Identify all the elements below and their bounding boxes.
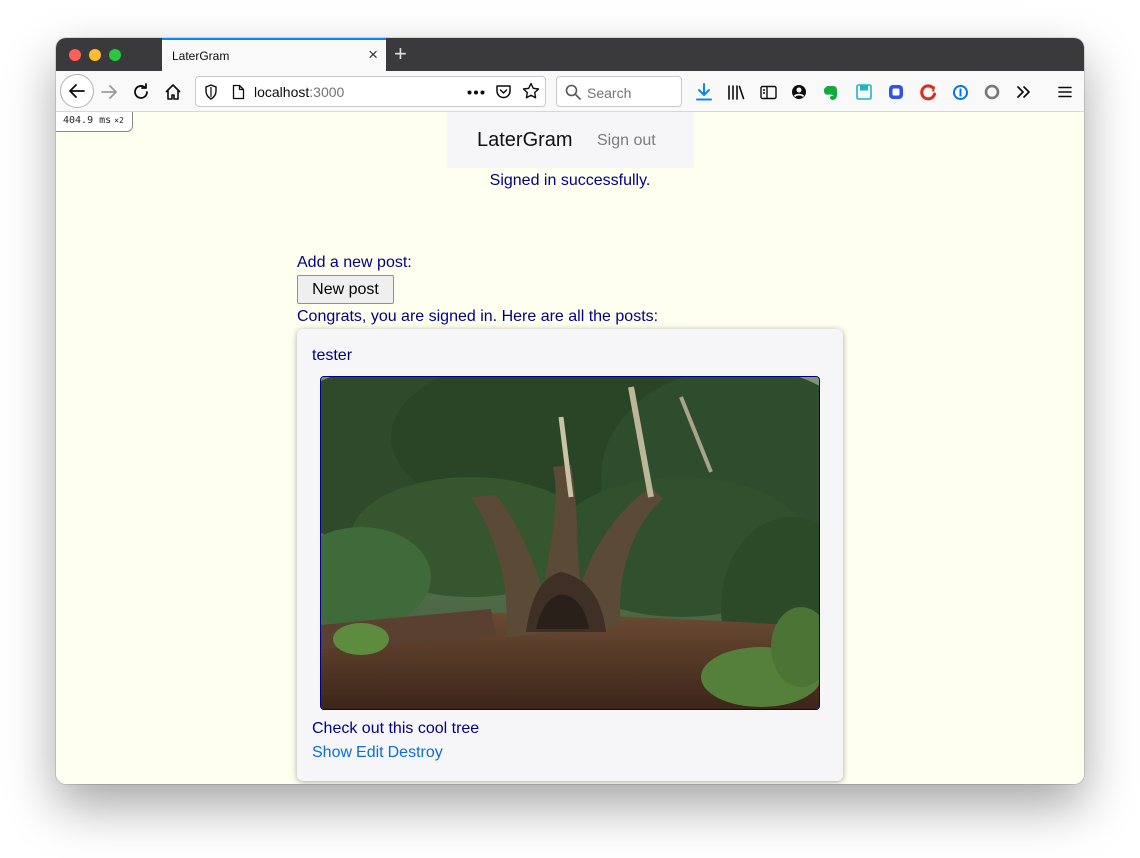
add-post-label: Add a new post: [297,254,412,271]
minimize-window-button[interactable] [89,49,101,61]
sidebar-button[interactable] [755,79,781,105]
account-icon [792,85,806,99]
edit-link[interactable]: Edit [356,744,384,761]
close-tab-icon[interactable]: × [368,45,378,65]
post-image [320,376,820,710]
reload-button[interactable] [128,79,154,105]
extension-blue-button[interactable] [883,79,909,105]
save-extension-button[interactable] [851,79,877,105]
account-button[interactable] [786,79,812,105]
flash-message: Signed in successfully. [489,172,651,189]
home-button[interactable] [160,79,186,105]
new-tab-button[interactable]: + [394,41,407,67]
extension-ring-button[interactable] [979,79,1005,105]
destroy-link[interactable]: Destroy [388,744,443,761]
new-post-button[interactable]: New post [297,275,394,304]
extension-circle-arrow-icon [919,83,936,100]
back-arrow-icon [69,84,85,98]
library-icon [728,85,745,100]
page-content: 404.9 ms ×2 LaterGram Sign out Signed in … [56,112,1084,784]
tab-title: LaterGram [172,49,230,63]
tree-photo [321,377,819,709]
download-icon [696,83,712,101]
url-bar[interactable]: localhost:3000 [195,76,546,107]
site-navbar: LaterGram Sign out [447,112,694,168]
post-caption: Check out this cool tree [312,720,480,737]
password-manager-button[interactable] [947,79,973,105]
tab-latergram[interactable]: LaterGram × [162,38,386,71]
show-link[interactable]: Show [312,744,352,761]
sign-out-link[interactable]: Sign out [597,132,656,150]
evernote-button[interactable] [818,79,844,105]
downloads-button[interactable] [691,79,717,105]
search-placeholder: Search [587,85,632,101]
chevron-double-right-icon [1017,86,1030,98]
search-box[interactable]: Search [556,76,682,107]
forward-arrow-icon [101,85,117,99]
post-author: tester [312,347,353,364]
desktop: LaterGram × + localhost:3000 Search 404.… [0,0,1140,858]
more-actions-icon[interactable] [467,90,485,95]
close-window-button[interactable] [69,49,81,61]
post-actions: Show Edit Destroy [312,744,447,762]
url-text[interactable]: localhost:3000 [254,84,344,100]
floppy-disk-icon [856,84,872,100]
nav-toolbar: localhost:3000 Search [56,71,1084,112]
browser-window: LaterGram × + localhost:3000 Search 404.… [56,38,1084,784]
congrats-message: Congrats, you are signed in. Here are al… [297,308,659,325]
overflow-menu-button[interactable] [1011,79,1037,105]
brand-link[interactable]: LaterGram [477,129,573,152]
ring-icon [984,84,1000,100]
reload-icon [134,83,148,99]
extension-red-button[interactable] [915,79,941,105]
back-button[interactable] [60,74,94,108]
extension-square-icon [889,85,903,99]
bookmark-star-icon[interactable] [522,82,540,100]
password-manager-icon [952,84,968,100]
library-button[interactable] [723,79,749,105]
hamburger-menu-button[interactable] [1052,79,1078,105]
hamburger-menu-icon [1058,86,1072,98]
home-icon [165,84,181,100]
shield-icon[interactable] [204,84,218,100]
perf-multiplier: ×2 [114,116,124,125]
pocket-icon[interactable] [495,83,512,100]
tab-bar: LaterGram × + [56,38,1084,71]
search-icon [565,84,581,100]
perf-time: 404.9 ms [63,115,112,126]
perf-badge[interactable]: 404.9 ms ×2 [56,112,133,132]
page-icon[interactable] [232,84,245,100]
sidebar-icon [759,85,777,99]
post-card: tester Check out this cool tree Show Edi… [297,329,843,781]
maximize-window-button[interactable] [109,49,121,61]
forward-button[interactable] [96,79,122,105]
evernote-icon [824,85,837,100]
